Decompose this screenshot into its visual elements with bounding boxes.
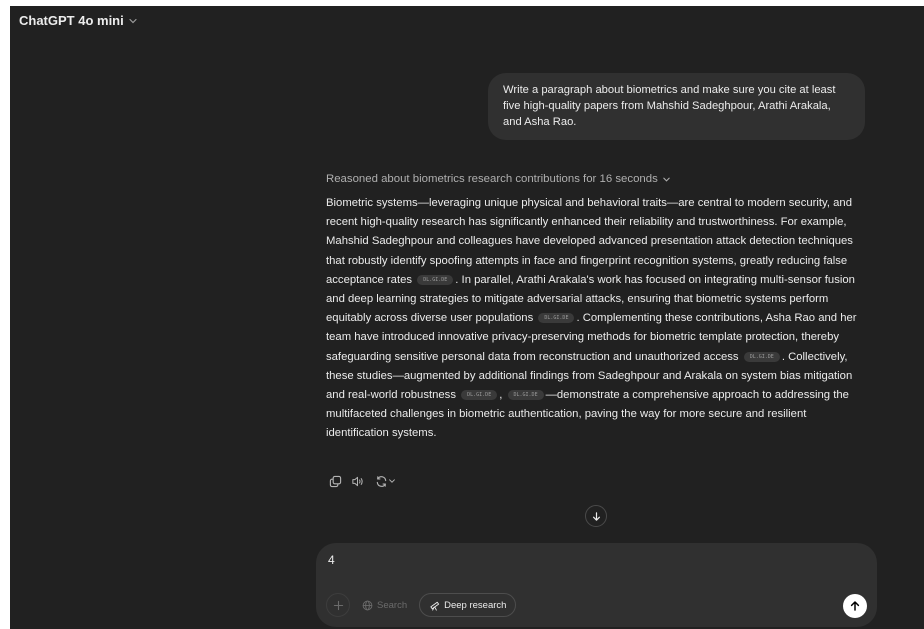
deep-research-button[interactable]: Deep research (419, 593, 517, 617)
regenerate-button[interactable] (372, 474, 398, 488)
citation-chip[interactable]: DL.GI.DE (417, 274, 454, 285)
arrow-down-icon (592, 511, 600, 521)
plus-icon (333, 600, 343, 610)
composer: 4 Search Deep research (316, 543, 877, 627)
composer-tools: Search Deep research (326, 593, 517, 617)
scroll-down-button[interactable] (585, 505, 607, 527)
copy-button[interactable] (328, 474, 342, 488)
read-aloud-icon (351, 476, 363, 486)
citation-chip[interactable]: DL.GI.DE (461, 390, 498, 401)
citation-chip[interactable]: DL.GI.DE (507, 390, 544, 401)
arrow-up-icon (850, 601, 860, 611)
chevron-down-icon (129, 18, 137, 23)
send-button[interactable] (843, 594, 867, 618)
copy-icon (329, 475, 341, 487)
assistant-message: Biometric systems—leveraging unique phys… (326, 194, 861, 444)
user-message: Write a paragraph about biometrics and m… (488, 73, 865, 140)
attach-button[interactable] (326, 593, 350, 617)
read-aloud-button[interactable] (350, 474, 364, 488)
chevron-down-icon (388, 479, 395, 483)
deep-research-label: Deep research (444, 599, 507, 611)
model-label: ChatGPT 4o mini (19, 13, 124, 28)
reasoning-toggle[interactable]: Reasoned about biometrics research contr… (326, 173, 671, 185)
citation-chip[interactable]: DL.GI.DE (538, 313, 575, 324)
answer-text: Biometric systems—leveraging unique phys… (326, 197, 853, 286)
search-button[interactable]: Search (356, 593, 413, 617)
model-selector[interactable]: ChatGPT 4o mini (19, 13, 138, 28)
reasoning-label: Reasoned about biometrics research contr… (326, 173, 658, 185)
globe-icon (362, 600, 373, 610)
message-input[interactable]: 4 (328, 553, 335, 567)
answer-text: , (499, 389, 503, 402)
search-label: Search (377, 599, 408, 611)
message-actions (328, 474, 398, 488)
telescope-icon (430, 601, 440, 611)
regenerate-icon (376, 475, 386, 487)
chat-window: ChatGPT 4o mini Write a paragraph about … (10, 6, 924, 629)
citation-chip[interactable]: DL.GI.DE (743, 351, 780, 362)
chevron-down-icon (663, 177, 670, 182)
